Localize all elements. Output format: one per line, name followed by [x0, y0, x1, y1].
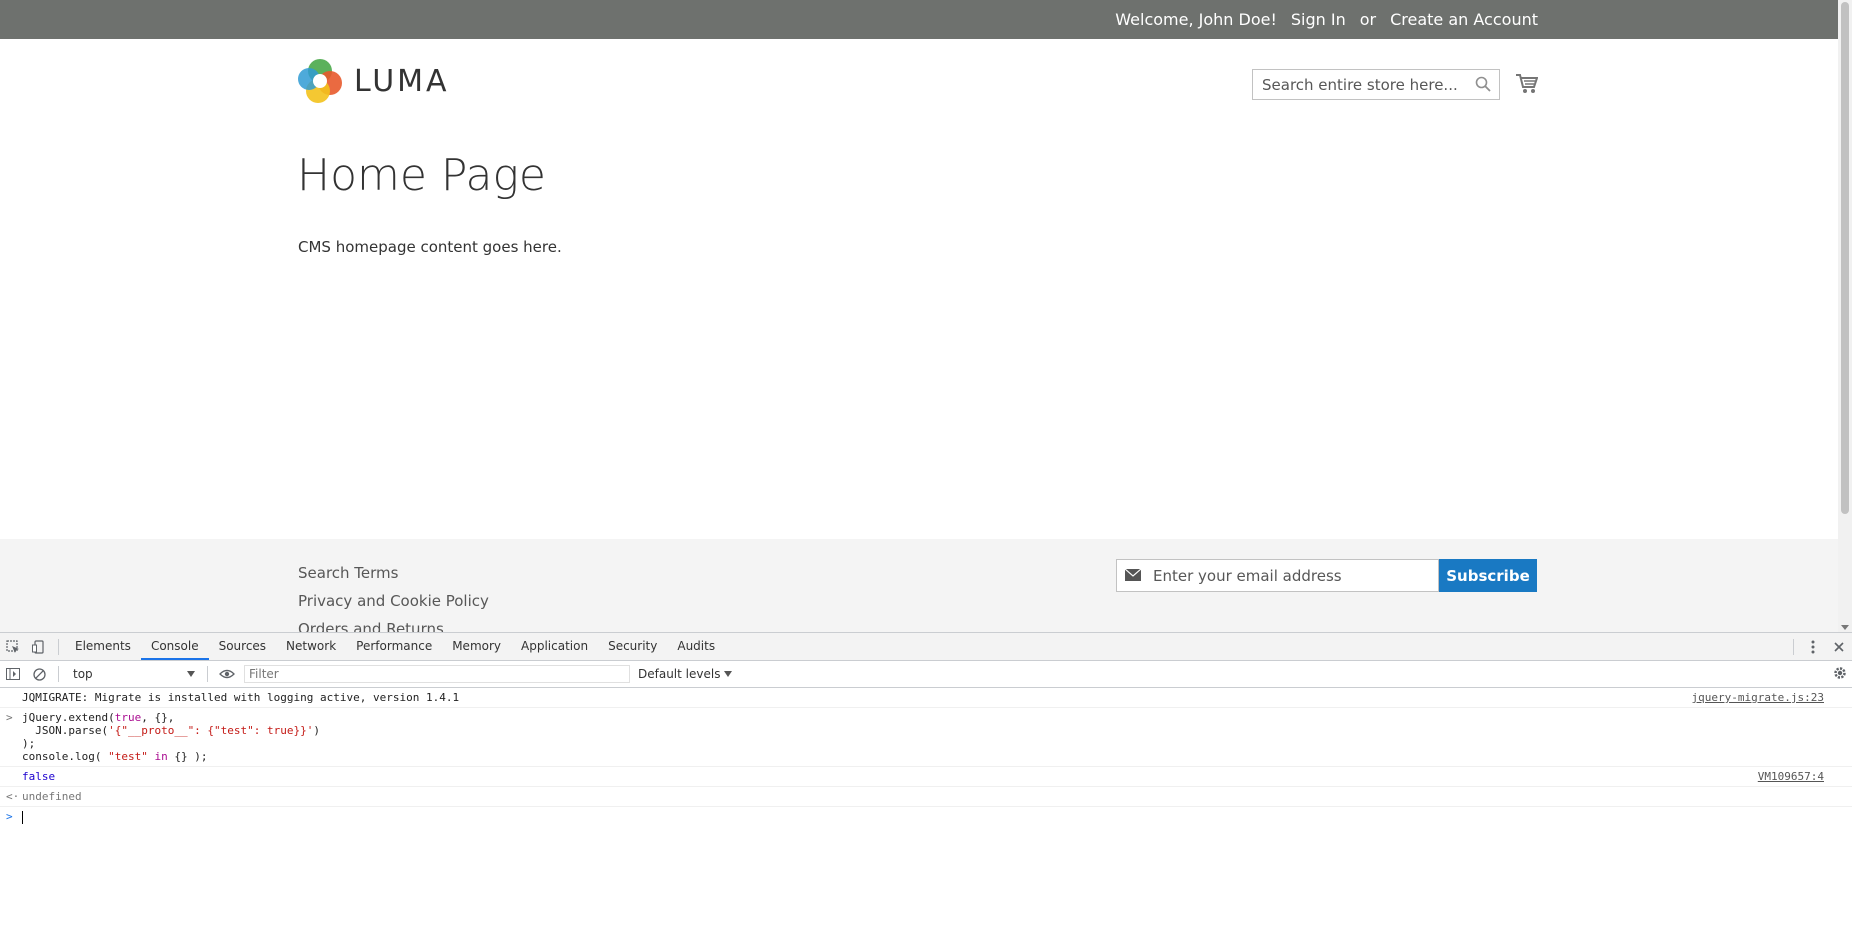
message-text: JQMIGRATE: Migrate is installed with log…	[22, 691, 460, 704]
sign-in-link[interactable]: Sign In	[1291, 10, 1346, 29]
welcome-message: Welcome, John Doe!	[1115, 10, 1277, 29]
header-links: Welcome, John Doe! Sign In or Create an …	[1101, 0, 1538, 39]
page-title: Home Page	[297, 150, 546, 201]
console-return-value: <· undefined	[0, 787, 1852, 807]
devtools-panel: Elements Console Sources Network Perform…	[0, 632, 1852, 950]
newsletter-form: Subscribe	[1116, 559, 1537, 592]
source-link[interactable]: jquery-migrate.js:23	[1692, 691, 1824, 704]
code-token: console.log(	[22, 750, 109, 763]
create-account-link[interactable]: Create an Account	[1390, 10, 1538, 29]
prompt-chevron-icon: >	[6, 810, 13, 823]
clear-console-icon[interactable]	[26, 661, 52, 687]
input-prompt-icon: >	[6, 711, 13, 724]
context-value: top	[73, 667, 93, 681]
footer-link-privacy[interactable]: Privacy and Cookie Policy	[298, 587, 489, 615]
newsletter-field	[1116, 559, 1439, 592]
tab-sources[interactable]: Sources	[209, 633, 276, 660]
code-token: JSON.parse(	[22, 724, 109, 737]
context-selector[interactable]: top	[69, 664, 201, 684]
devtools-tab-actions	[1787, 633, 1852, 660]
tab-audits[interactable]: Audits	[667, 633, 725, 660]
text-cursor	[22, 810, 23, 824]
site-header: LUMA	[0, 39, 1838, 119]
tab-network[interactable]: Network	[276, 633, 346, 660]
tab-performance[interactable]: Performance	[346, 633, 442, 660]
search-box	[1252, 69, 1500, 100]
code-string: "test"	[108, 750, 148, 763]
log-levels-label: Default levels	[638, 667, 721, 681]
tab-security[interactable]: Security	[598, 633, 667, 660]
page-scrollbar[interactable]	[1838, 0, 1852, 632]
website-viewport: Welcome, John Doe! Sign In or Create an …	[0, 0, 1838, 632]
envelope-icon	[1124, 566, 1142, 585]
console-filter-input[interactable]	[244, 665, 630, 683]
subscribe-button[interactable]: Subscribe	[1439, 559, 1537, 592]
tab-application[interactable]: Application	[511, 633, 598, 660]
input-code: jQuery.extend(true, {}, JSON.parse('{"__…	[22, 711, 1852, 763]
top-bar: Welcome, John Doe! Sign In or Create an …	[0, 0, 1838, 39]
footer-link-search-terms[interactable]: Search Terms	[298, 559, 489, 587]
code-token: )	[313, 724, 321, 737]
dropdown-arrow-icon	[187, 671, 195, 677]
code-token: jQuery.extend(	[22, 711, 115, 724]
console-prompt[interactable]: >	[0, 807, 1852, 827]
site-footer: Search Terms Privacy and Cookie Policy O…	[0, 539, 1838, 632]
source-link[interactable]: VM109657:4	[1758, 770, 1824, 783]
console-log-output: false VM109657:4	[0, 767, 1852, 787]
more-options-icon[interactable]	[1800, 634, 1826, 660]
inspect-element-icon[interactable]	[0, 634, 26, 660]
console-message: JQMIGRATE: Migrate is installed with log…	[0, 688, 1852, 708]
divider	[1793, 638, 1794, 655]
footer-link-orders-returns[interactable]: Orders and Returns	[298, 615, 489, 632]
show-sidebar-icon[interactable]	[0, 661, 26, 687]
console-settings-gear-icon[interactable]	[1832, 665, 1848, 685]
code-token: , {},	[141, 711, 175, 724]
console-messages: JQMIGRATE: Migrate is installed with log…	[0, 688, 1852, 827]
device-toolbar-icon[interactable]	[26, 634, 52, 660]
newsletter-email-input[interactable]	[1151, 559, 1425, 592]
console-toolbar: top Default levels	[0, 661, 1852, 688]
close-devtools-icon[interactable]	[1826, 634, 1852, 660]
search-icon[interactable]	[1475, 76, 1491, 96]
code-token: );	[22, 737, 36, 750]
cms-content: CMS homepage content goes here.	[298, 238, 562, 256]
code-keyword: in	[154, 750, 168, 763]
dropdown-arrow-icon	[724, 671, 733, 677]
code-token: {} );	[167, 750, 208, 763]
return-value: undefined	[22, 790, 82, 803]
logo[interactable]: LUMA	[298, 59, 450, 103]
divider	[58, 666, 59, 682]
divider	[207, 666, 208, 682]
tab-elements[interactable]: Elements	[65, 633, 141, 660]
logo-text: LUMA	[354, 63, 450, 99]
return-arrow-icon: <·	[6, 790, 20, 803]
tab-console[interactable]: Console	[140, 633, 209, 660]
divider	[58, 638, 59, 655]
luma-logo-icon	[298, 59, 342, 103]
code-string: '{"__proto__": {"test": true}}'	[108, 724, 314, 737]
scroll-down-arrow-icon[interactable]	[1841, 625, 1849, 630]
scrollbar-thumb[interactable]	[1841, 2, 1849, 514]
search-input[interactable]	[1253, 70, 1471, 99]
footer-links: Search Terms Privacy and Cookie Policy O…	[298, 559, 489, 632]
or-separator: or	[1359, 10, 1377, 29]
cart-icon[interactable]	[1516, 74, 1539, 98]
tab-memory[interactable]: Memory	[442, 633, 511, 660]
log-value: false	[22, 770, 56, 783]
live-expression-eye-icon[interactable]	[214, 661, 240, 687]
code-keyword: true	[114, 711, 142, 724]
log-levels-dropdown[interactable]: Default levels	[638, 667, 733, 681]
devtools-tab-bar: Elements Console Sources Network Perform…	[0, 633, 1852, 661]
console-input-entry: > jQuery.extend(true, {}, JSON.parse('{"…	[0, 708, 1852, 767]
